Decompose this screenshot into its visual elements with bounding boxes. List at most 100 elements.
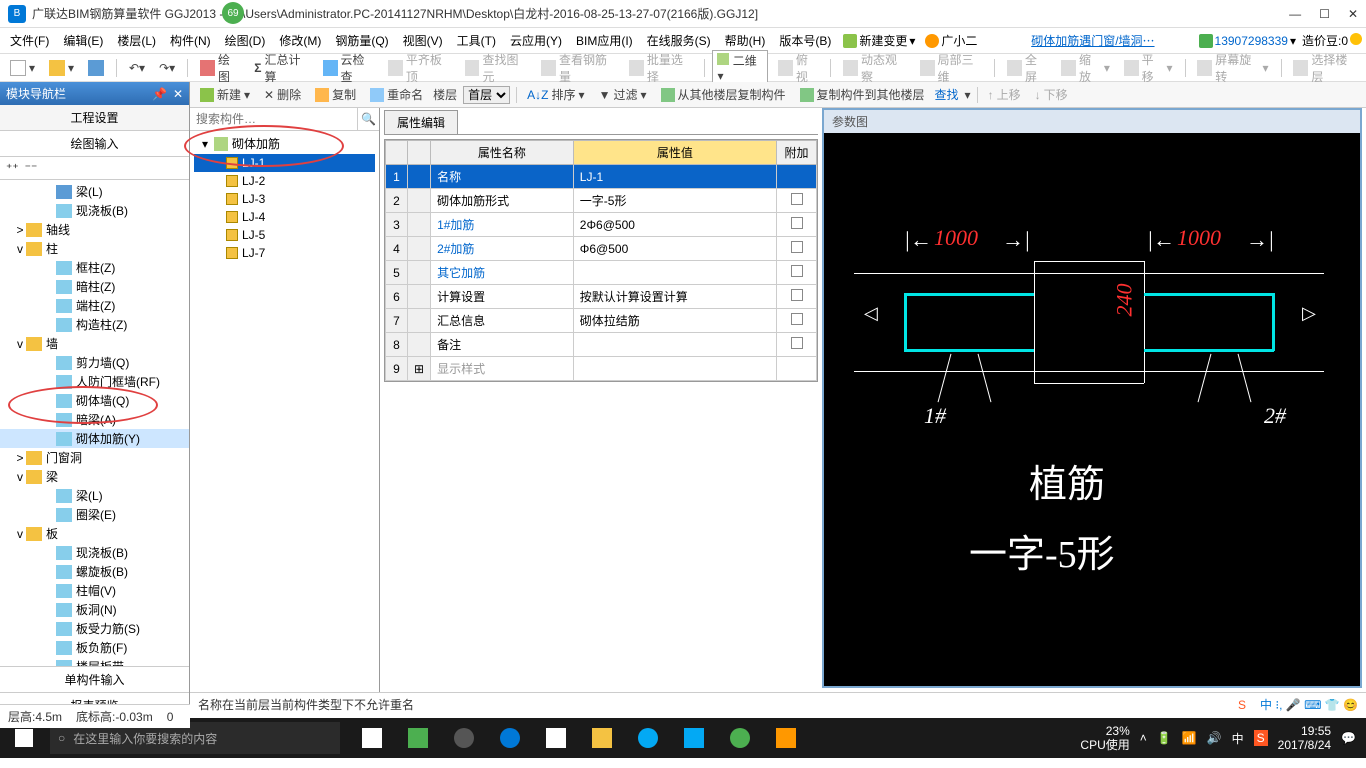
tree-item[interactable]: 圈梁(E) <box>0 505 189 524</box>
tray-notifications-icon[interactable]: 💬 <box>1341 731 1356 745</box>
tree-item[interactable]: v板 <box>0 524 189 543</box>
tree-item[interactable]: v梁 <box>0 467 189 486</box>
new-button[interactable]: ▾ <box>6 58 39 78</box>
tree-item[interactable]: v柱 <box>0 239 189 258</box>
tree-item[interactable]: 剪力墙(Q) <box>0 353 189 372</box>
menu-file[interactable]: 文件(F) <box>4 30 55 51</box>
table-row[interactable]: 31#加筋2Φ6@500 <box>386 213 817 237</box>
move-down-button[interactable]: ↓ 下移 <box>1031 84 1072 105</box>
table-row[interactable]: 8备注 <box>386 333 817 357</box>
redo-button[interactable]: ↷▾ <box>155 59 179 77</box>
tree-item[interactable]: 螺旋板(B) <box>0 562 189 581</box>
cloud-check-button[interactable]: 云检查 <box>319 49 378 87</box>
copy-from-floor-button[interactable]: 从其他楼层复制构件 <box>657 84 790 105</box>
menu-help[interactable]: 帮助(H) <box>719 30 772 51</box>
tree-item[interactable]: 暗梁(A) <box>0 410 189 429</box>
sogou-icon[interactable]: S <box>1238 698 1246 712</box>
screen-rotate-button[interactable]: 屏幕旋转 ▾ <box>1193 49 1272 87</box>
find-link[interactable]: 查找 <box>935 86 959 103</box>
view-steel-button[interactable]: 查看钢筋量 <box>537 49 619 87</box>
tree-item[interactable]: 现浇板(B) <box>0 543 189 562</box>
copy-component-button[interactable]: 复制 <box>311 84 360 105</box>
fullscreen-button[interactable]: 全屏 <box>1003 49 1051 87</box>
save-button[interactable] <box>84 58 108 78</box>
tree-item[interactable]: 人防门框墙(RF) <box>0 372 189 391</box>
table-row[interactable]: 5其它加筋 <box>386 261 817 285</box>
close-button[interactable]: ✕ <box>1348 7 1358 21</box>
table-row[interactable]: 42#加筋Φ6@500 <box>386 237 817 261</box>
tree-item[interactable]: 板受力筋(S) <box>0 619 189 638</box>
list-root[interactable]: ▾砌体加筋 <box>194 133 375 154</box>
tree-item[interactable]: 暗柱(Z) <box>0 277 189 296</box>
tree-item[interactable]: 框柱(Z) <box>0 258 189 277</box>
taskbar-app[interactable] <box>442 718 486 758</box>
tree-item[interactable]: 板洞(N) <box>0 600 189 619</box>
zoom-button[interactable]: 缩放 ▾ <box>1057 49 1114 87</box>
tree-item[interactable]: 砌体加筋(Y) <box>0 429 189 448</box>
tree-item[interactable]: 梁(L) <box>0 486 189 505</box>
local-3d-button[interactable]: 局部三维 <box>916 49 987 87</box>
tray-volume-icon[interactable]: 🔊 <box>1207 731 1222 745</box>
list-item[interactable]: LJ-3 <box>194 190 375 208</box>
tray-ime[interactable]: 中 <box>1232 730 1244 747</box>
move-up-button[interactable]: ↑ 上移 <box>984 84 1025 105</box>
rename-component-button[interactable]: 重命名 <box>366 84 427 105</box>
dynamic-view-button[interactable]: 动态观察 <box>839 49 910 87</box>
tree-item[interactable]: 现浇板(B) <box>0 201 189 220</box>
menu-edit[interactable]: 编辑(E) <box>57 30 109 51</box>
property-tab[interactable]: 属性编辑 <box>384 110 458 134</box>
diagram-canvas[interactable]: |← 1000 →| |← 1000 →| <box>824 133 1360 686</box>
task-view-button[interactable] <box>350 718 394 758</box>
taskbar-app[interactable] <box>626 718 670 758</box>
tray-wifi-icon[interactable]: 📶 <box>1182 731 1197 745</box>
copy-to-floor-button[interactable]: 复制构件到其他楼层 <box>796 84 929 105</box>
list-item[interactable]: LJ-7 <box>194 244 375 262</box>
filter-button[interactable]: ▼ 过滤 ▾ <box>595 84 651 105</box>
batch-select-button[interactable]: 批量选择 <box>625 49 696 87</box>
tree-item[interactable]: 梁(L) <box>0 182 189 201</box>
delete-component-button[interactable]: ✕ 删除 <box>260 84 305 105</box>
find-img-button[interactable]: 查找图元 <box>461 49 532 87</box>
single-component-input-button[interactable]: 单构件输入 <box>0 666 189 692</box>
tray-sogou-icon[interactable]: S <box>1254 730 1268 746</box>
tree-item[interactable]: 砌体墙(Q) <box>0 391 189 410</box>
taskbar-store[interactable] <box>534 718 578 758</box>
tree-item[interactable]: 构造柱(Z) <box>0 315 189 334</box>
tree-item[interactable]: >门窗洞 <box>0 448 189 467</box>
collapse-all-icon[interactable]: ⁻⁻ <box>25 161 38 175</box>
taskbar-edge[interactable] <box>488 718 532 758</box>
nav-close-icon[interactable]: ✕ <box>173 87 183 101</box>
expand-all-icon[interactable]: ⁺⁺ <box>6 161 19 175</box>
clock[interactable]: 19:552017/8/24 <box>1278 724 1331 753</box>
sort-button[interactable]: A↓Z 排序 ▾ <box>523 84 588 105</box>
status-ime[interactable]: 中 ⁝, 🎤 ⌨ 👕 😊 <box>1260 696 1358 713</box>
tree-item[interactable]: 板负筋(F) <box>0 638 189 657</box>
select-floor-button[interactable]: 选择楼层 <box>1289 49 1360 87</box>
taskbar-app[interactable] <box>764 718 808 758</box>
table-row[interactable]: 2砌体加筋形式一字-5形 <box>386 189 817 213</box>
minimize-button[interactable]: — <box>1289 7 1301 21</box>
taskbar-explorer[interactable] <box>580 718 624 758</box>
help-link[interactable]: 砌体加筋遇门窗/墙洞⋯ <box>1025 32 1160 49</box>
view-dim-select[interactable]: 二维 ▾ <box>712 50 768 85</box>
taskbar-app[interactable] <box>396 718 440 758</box>
notification-badge[interactable]: 69 <box>222 2 244 24</box>
tree-item[interactable]: 楼层板带 <box>0 657 189 666</box>
project-settings-button[interactable]: 工程设置 <box>0 105 189 131</box>
maximize-button[interactable]: ☐ <box>1319 7 1330 21</box>
taskbar-app[interactable] <box>718 718 762 758</box>
list-item[interactable]: LJ-2 <box>194 172 375 190</box>
sum-button[interactable]: Σ 汇总计算 <box>250 49 312 87</box>
open-button[interactable]: ▾ <box>45 58 78 78</box>
component-list[interactable]: ▾砌体加筋 LJ-1LJ-2LJ-3LJ-4LJ-5LJ-7 <box>190 131 379 264</box>
list-item[interactable]: LJ-1 <box>194 154 375 172</box>
tree-item[interactable]: 端柱(Z) <box>0 296 189 315</box>
menu-floor[interactable]: 楼层(L) <box>111 30 162 51</box>
tree-item[interactable]: 柱帽(V) <box>0 581 189 600</box>
table-row[interactable]: 9⊞显示样式 <box>386 357 817 381</box>
taskbar-app[interactable] <box>672 718 716 758</box>
search-button[interactable]: 🔍 <box>357 108 379 130</box>
draw-button[interactable]: 绘图 <box>196 49 244 87</box>
tray-up-icon[interactable]: ˄ <box>1140 731 1147 745</box>
table-row[interactable]: 7汇总信息砌体拉结筋 <box>386 309 817 333</box>
